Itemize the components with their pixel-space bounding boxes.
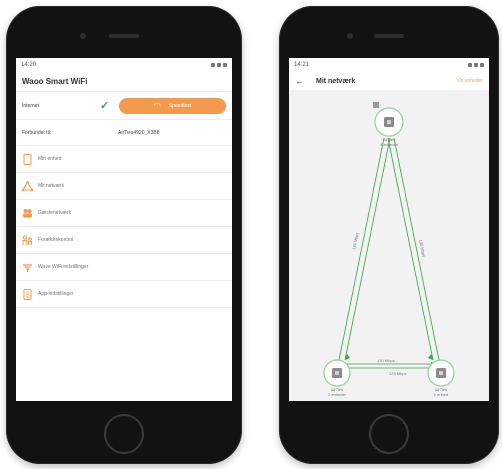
parental-icon: [22, 234, 33, 246]
battery-icon: [223, 63, 227, 67]
menu-item-wifi-settings[interactable]: Wave WiFi indstillinger: [16, 254, 232, 281]
home-button[interactable]: [369, 414, 409, 454]
page-title: Mit netværk: [316, 77, 356, 85]
link-line: [387, 137, 434, 361]
menu-item-guest-network[interactable]: Gæstenetværk: [16, 200, 232, 227]
menu-item-app-settings[interactable]: App-indstillinger: [16, 281, 232, 308]
link-label: 130 Mbps: [377, 358, 395, 363]
node-devices: 2 enheder: [328, 392, 347, 397]
phone-left: 14:20 Waoo Smart WiFi Internet ✓ ◠ Speed…: [6, 6, 242, 464]
menu-item-parental-control[interactable]: Forældrekontrol: [16, 227, 232, 254]
connection-label: Forbundet til:: [22, 129, 52, 136]
signal-icon: [217, 63, 221, 67]
status-bar: 14:20: [16, 58, 232, 72]
wifi-icon: [22, 262, 33, 273]
connection-value: AirTies4920_X3B8: [118, 129, 160, 136]
speedometer-icon: ◠: [153, 100, 161, 110]
status-time: 14:20: [21, 62, 37, 68]
wifi-icon: [211, 63, 215, 67]
internet-label: Internet: [22, 102, 39, 109]
wifi-icon: [468, 63, 472, 67]
link-line: [393, 137, 440, 361]
menu-item-my-network[interactable]: Mit netværk: [16, 173, 232, 200]
front-camera: [80, 33, 86, 39]
top-bar: ← Mit netværk Vis enheder: [289, 72, 489, 90]
app-screen-home: 14:20 Waoo Smart WiFi Internet ✓ ◠ Speed…: [16, 58, 232, 401]
status-time: 14:21: [294, 62, 310, 68]
battery-icon: [480, 63, 484, 67]
earpiece-speaker: [109, 34, 139, 38]
earpiece-speaker: [374, 34, 404, 38]
network-diagram: 130 Mbps 130 Mbps 130 Mbps 125 Mbps AirT…: [323, 102, 455, 397]
front-camera: [347, 33, 353, 39]
internet-status-row: Internet ✓ ◠ Speedtest: [16, 92, 232, 120]
network-icon: [22, 181, 33, 192]
speedtest-button[interactable]: ◠ Speedtest: [119, 97, 226, 114]
network-node[interactable]: AirTies 2 enheder: [323, 359, 351, 397]
phone-right: 14:21 ← Mit netværk Vis enheder 130 Mbps…: [279, 6, 499, 464]
menu-label: Wave WiFi indstillinger: [38, 264, 89, 270]
app-screen-network: 14:21 ← Mit netværk Vis enheder 130 Mbps…: [289, 58, 489, 401]
settings-icon: [22, 288, 33, 300]
menu-label: Mit netværk: [38, 183, 65, 189]
link-label: 125 Mbps: [389, 371, 407, 376]
node-devices: 1 enhed: [434, 392, 448, 397]
signal-icon: [474, 63, 478, 67]
menu-label: Min enhed: [38, 156, 62, 162]
guests-icon: [22, 208, 33, 219]
link-line: [338, 137, 385, 361]
network-node[interactable]: AirTies 1 enhed: [427, 359, 455, 397]
phone-icon: [22, 153, 33, 165]
back-arrow-icon[interactable]: ←: [295, 76, 304, 86]
status-icons: [211, 63, 227, 67]
connection-row: Forbundet til: AirTies4920_X3B8: [16, 120, 232, 146]
link-label: 130 Mbps: [351, 232, 360, 250]
page-title: Waoo Smart WiFi: [16, 72, 232, 92]
check-icon: ✓: [100, 100, 110, 112]
menu-label: App-indstillinger: [38, 291, 74, 297]
network-node[interactable]: AirTies 4 enheder: [373, 102, 404, 147]
link-label: 130 Mbps: [418, 239, 427, 257]
star-router-icon: [373, 102, 379, 108]
menu-label: Gæstenetværk: [38, 210, 72, 216]
menu-item-my-device[interactable]: Min enhed: [16, 146, 232, 173]
network-map: 130 Mbps 130 Mbps 130 Mbps 125 Mbps AirT…: [289, 90, 489, 401]
node-devices: 4 enheder: [380, 142, 399, 147]
status-bar: 14:21: [289, 58, 489, 72]
speedtest-label: Speedtest: [168, 102, 192, 109]
show-devices-link[interactable]: Vis enheder: [456, 78, 483, 84]
home-button[interactable]: [104, 414, 144, 454]
status-icons: [468, 63, 484, 67]
menu-label: Forældrekontrol: [38, 237, 74, 243]
